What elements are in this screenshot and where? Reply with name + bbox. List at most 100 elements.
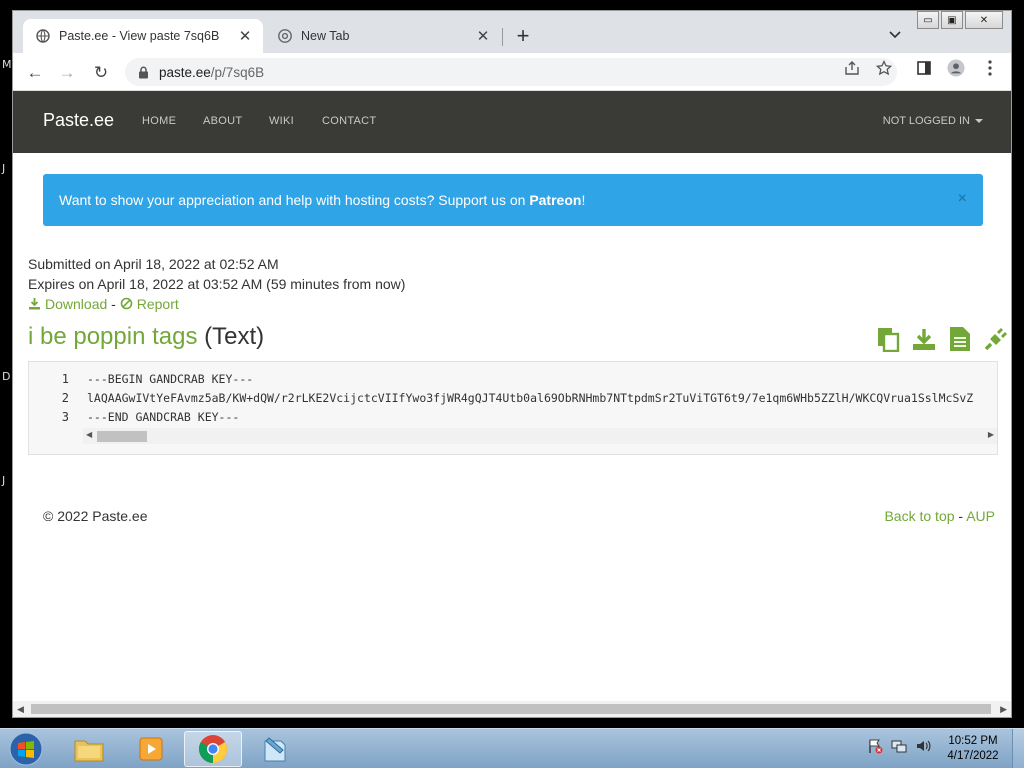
download-label: Download <box>45 296 108 312</box>
back-button[interactable]: ← <box>23 61 47 85</box>
tab-search-icon[interactable] <box>885 25 905 45</box>
scroll-right-icon[interactable]: ▶ <box>1000 704 1007 715</box>
code-line: 2 lAQAAGwIVtYeFAvmz5aB/KW+dQW/r2rLKE2Vcij… <box>29 391 973 410</box>
scroll-left-icon[interactable]: ◀ <box>17 704 24 715</box>
code-line: 1 ---BEGIN GANDCRAB KEY--- <box>29 372 253 391</box>
paste-code-block: 1 ---BEGIN GANDCRAB KEY--- 2 lAQAAGwIVtYeF… <box>28 361 998 455</box>
scroll-left-icon[interactable]: ◀ <box>86 430 92 439</box>
scrollbar-thumb[interactable] <box>31 704 991 714</box>
side-panel-icon[interactable] <box>915 59 933 77</box>
code-line: 3 ---END GANDCRAB KEY--- <box>29 410 240 429</box>
media-player-icon <box>139 737 163 761</box>
desktop-icon-label: J <box>2 162 6 175</box>
ban-icon <box>120 297 133 310</box>
report-link[interactable]: Report <box>120 296 179 312</box>
globe-icon <box>35 28 51 44</box>
url-host: paste.ee <box>159 64 211 80</box>
paste-action-icons <box>875 325 1009 353</box>
forward-button[interactable]: → <box>55 61 79 85</box>
nav-contact[interactable]: CONTACT <box>322 115 376 127</box>
page-horizontal-scrollbar[interactable]: ◀ ▶ <box>13 701 1011 717</box>
start-button[interactable] <box>4 730 48 768</box>
patreon-link[interactable]: Patreon <box>529 192 581 208</box>
desktop-icon-label: J <box>2 474 6 487</box>
tab-divider <box>502 28 503 46</box>
alert-suffix: ! <box>581 192 586 208</box>
tab-bar: Paste.ee - View paste 7sq6B ✕ New Tab ✕ … <box>13 11 1011 53</box>
desktop-icon-label: D <box>2 370 11 383</box>
report-label: Report <box>136 296 179 312</box>
footer-links: Back to top - AUP <box>884 508 995 524</box>
taskbar-explorer[interactable] <box>60 731 118 767</box>
volume-icon[interactable] <box>914 737 932 755</box>
download-link[interactable]: Download <box>28 296 107 312</box>
back-to-top-link[interactable]: Back to top <box>884 508 954 524</box>
show-desktop-button[interactable] <box>1012 729 1024 768</box>
share-icon[interactable] <box>843 59 861 77</box>
code-text: lAQAAGwIVtYeFAvmz5aB/KW+dQW/r2rLKE2Vcijc… <box>87 391 974 405</box>
desktop-icon-label: M <box>2 58 12 71</box>
windows-logo-icon <box>9 732 43 766</box>
line-number: 3 <box>61 410 69 424</box>
raw-file-icon[interactable] <box>947 325 973 353</box>
caret-down-icon <box>975 119 983 124</box>
scroll-right-icon[interactable]: ▶ <box>988 430 994 439</box>
browser-toolbar: ← → ↻ paste.ee/p/7sq6B <box>13 53 1011 91</box>
bookmark-star-icon[interactable] <box>875 59 893 77</box>
chrome-icon <box>199 735 227 763</box>
close-tab-icon[interactable]: ✕ <box>473 26 493 46</box>
paste-meta: Submitted on April 18, 2022 at 02:52 AM … <box>28 254 405 314</box>
close-tab-icon[interactable]: ✕ <box>235 26 255 46</box>
close-window-button[interactable]: ✕ <box>965 11 1003 29</box>
copy-icon[interactable] <box>875 325 901 353</box>
kebab-menu-icon[interactable] <box>981 59 999 77</box>
network-icon[interactable] <box>890 737 908 755</box>
tab-title: Paste.ee - View paste 7sq6B <box>59 29 220 43</box>
nav-home[interactable]: HOME <box>142 115 176 127</box>
profile-avatar-icon[interactable] <box>947 59 965 77</box>
footer-copyright: © 2022 Paste.ee <box>43 508 148 524</box>
reload-button[interactable]: ↻ <box>89 61 113 85</box>
desktop-background: M J D J <box>0 0 12 728</box>
taskbar-notepad[interactable] <box>246 731 304 767</box>
new-tab-button[interactable]: + <box>511 23 535 48</box>
scrollbar-thumb[interactable] <box>97 431 147 442</box>
account-dropdown[interactable]: NOT LOGGED IN <box>883 115 983 127</box>
tab-title: New Tab <box>301 29 350 43</box>
nav-wiki[interactable]: WIKI <box>269 115 294 127</box>
code-horizontal-scrollbar[interactable]: ◀ ▶ <box>83 428 997 444</box>
taskbar-media-player[interactable] <box>122 731 180 767</box>
nav-about[interactable]: ABOUT <box>203 115 242 127</box>
download-icon <box>29 298 40 310</box>
plug-icon[interactable] <box>983 325 1009 353</box>
aup-link[interactable]: AUP <box>966 508 995 524</box>
expires-date: Expires on April 18, 2022 at 03:52 AM (5… <box>28 276 406 292</box>
paste-title: i be poppin tags (Text) <box>28 323 264 351</box>
submitted-date: Submitted on April 18, 2022 at 02:52 AM <box>28 256 279 272</box>
address-bar[interactable]: paste.ee/p/7sq6B <box>125 58 897 86</box>
lock-icon[interactable] <box>135 64 151 80</box>
paste-type: (Text) <box>204 323 265 350</box>
alert-close-button[interactable]: × <box>958 190 967 208</box>
alert-message: Want to show your appreciation and help … <box>59 192 585 208</box>
url-text: paste.ee/p/7sq6B <box>159 65 264 80</box>
alert-text: Want to show your appreciation and help … <box>59 192 530 208</box>
url-path: /p/7sq6B <box>210 64 265 80</box>
footer-separator: - <box>958 508 964 524</box>
taskbar-chrome[interactable] <box>184 731 242 767</box>
tab-new-tab[interactable]: New Tab ✕ <box>265 19 501 53</box>
system-clock[interactable]: 10:52 PM 4/17/2022 <box>940 734 1006 764</box>
maximize-button[interactable]: ▣ <box>941 11 963 29</box>
code-text: ---BEGIN GANDCRAB KEY--- <box>87 372 254 386</box>
site-navbar: Paste.ee HOME ABOUT WIKI CONTACT NOT LOG… <box>13 91 1011 153</box>
action-center-flag-icon[interactable] <box>866 737 884 755</box>
clock-time: 10:52 PM <box>948 735 998 747</box>
chrome-icon <box>277 28 293 44</box>
minimize-button[interactable]: ▭ <box>917 11 939 29</box>
patreon-alert: Want to show your appreciation and help … <box>43 174 983 226</box>
notepad-icon <box>264 737 286 762</box>
site-brand[interactable]: Paste.ee <box>43 110 114 131</box>
download-paste-icon[interactable] <box>911 325 937 353</box>
tab-paste[interactable]: Paste.ee - View paste 7sq6B ✕ <box>23 19 263 53</box>
line-number: 1 <box>61 372 69 386</box>
